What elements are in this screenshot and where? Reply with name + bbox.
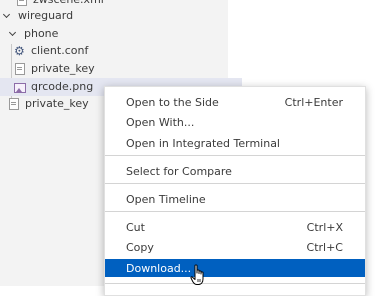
tree-item-label: qrcode.png <box>31 80 94 93</box>
menu-separator <box>105 183 365 184</box>
menu-item-copy[interactable]: Copy Ctrl+C <box>105 238 365 256</box>
chevron-down-icon <box>2 7 14 25</box>
tree-item-private-key-phone[interactable]: private_key <box>0 60 242 78</box>
menu-item-label: Open Timeline <box>126 192 206 206</box>
tree-item-label: client.conf <box>31 44 89 57</box>
menu-item-label: Cut <box>126 220 145 234</box>
menu-item-open-timeline[interactable]: Open Timeline <box>105 190 365 208</box>
tree-item-label: wireguard <box>18 9 74 22</box>
menu-item-download[interactable]: Download... <box>105 259 365 277</box>
tree-item-label: private_key <box>31 62 95 75</box>
menu-separator <box>105 283 365 284</box>
file-icon <box>8 98 20 110</box>
file-icon <box>14 63 26 75</box>
image-file-icon <box>14 81 26 93</box>
menu-item-label: Copy <box>126 240 154 254</box>
menu-item-shortcut: Ctrl+X <box>306 220 343 234</box>
chevron-down-icon <box>8 25 20 43</box>
file-icon <box>16 0 28 6</box>
context-menu: Open to the Side Ctrl+Enter Open With...… <box>104 86 366 296</box>
menu-item-shortcut: Ctrl+C <box>306 240 343 254</box>
tree-folder-phone[interactable]: phone <box>0 25 236 43</box>
tree-item-label: private_key <box>25 97 89 110</box>
menu-item-label: Download... <box>126 261 192 275</box>
hand-pointer-cursor-icon <box>190 264 204 285</box>
menu-item-open-with[interactable]: Open With... <box>105 113 365 131</box>
menu-item-label: Open to the Side <box>126 95 219 109</box>
tree-item-label: phone <box>24 27 59 40</box>
menu-item-select-for-compare[interactable]: Select for Compare <box>105 162 365 180</box>
menu-item-label: Open in Integrated Terminal <box>126 136 280 150</box>
menu-item-open-terminal[interactable]: Open in Integrated Terminal <box>105 134 365 152</box>
gear-icon: ⚙ <box>14 44 25 58</box>
tree-folder-wireguard[interactable]: wireguard <box>0 7 230 25</box>
menu-item-cut[interactable]: Cut Ctrl+X <box>105 218 365 236</box>
tree-item-client-conf[interactable]: ⚙ client.conf <box>0 42 242 60</box>
menu-item-open-to-side[interactable]: Open to the Side Ctrl+Enter <box>105 93 365 111</box>
menu-separator <box>105 155 365 156</box>
menu-item-label: Select for Compare <box>126 164 232 178</box>
menu-item-shortcut: Ctrl+Enter <box>284 95 343 109</box>
menu-item-label: Open With... <box>126 115 195 129</box>
menu-separator <box>105 211 365 212</box>
